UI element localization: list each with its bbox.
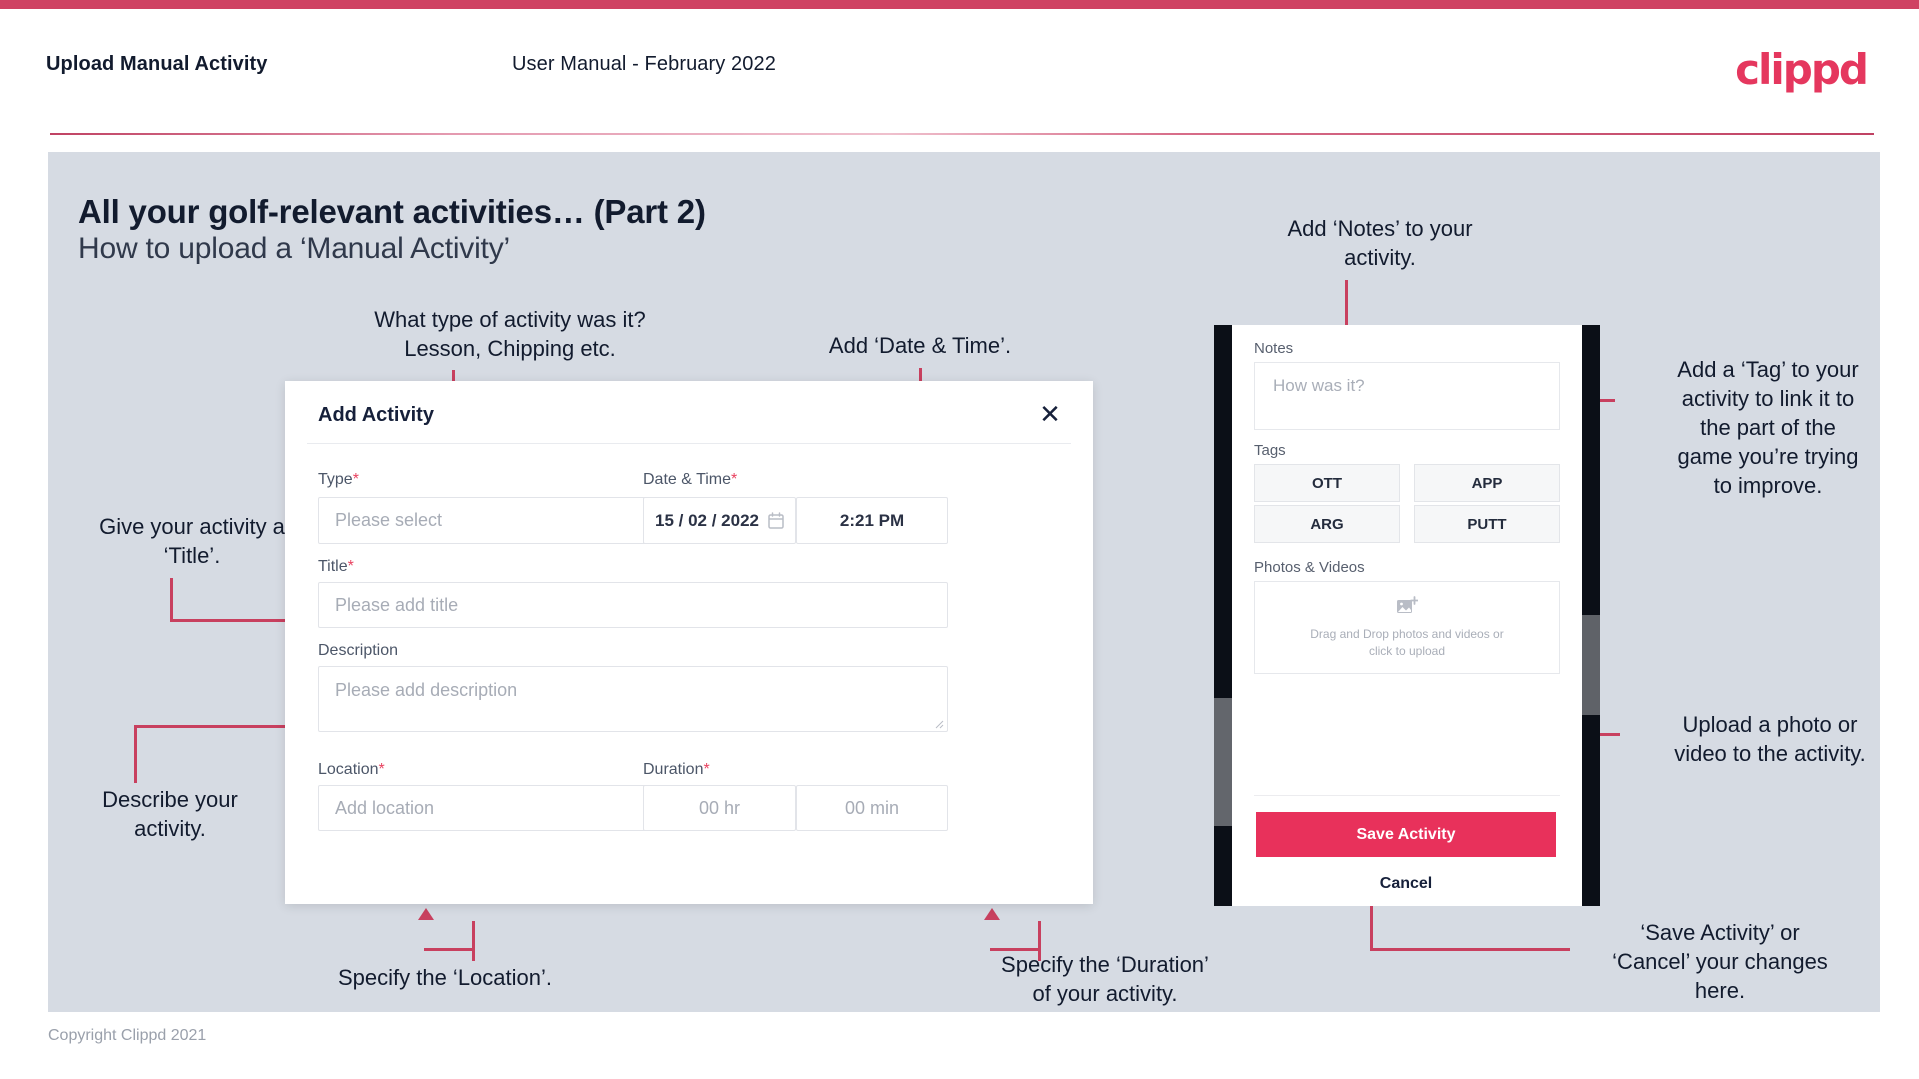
add-image-icon: [1396, 595, 1418, 616]
tag-button-putt[interactable]: PUTT: [1414, 505, 1560, 543]
photo-drop-zone[interactable]: Drag and Drop photos and videos or click…: [1254, 581, 1560, 674]
connector-location-vertical: [472, 921, 475, 961]
date-input[interactable]: 15 / 02 / 2022: [643, 497, 796, 544]
title-label: Title*: [318, 558, 354, 576]
slide-subtitle: How to upload a ‘Manual Activity’: [78, 232, 510, 265]
type-required-asterisk: *: [352, 471, 359, 488]
notes-label: Notes: [1254, 340, 1294, 357]
duration-hours-placeholder: 00 hr: [698, 797, 741, 818]
annotation-type: What type of activity was it? Lesson, Ch…: [374, 307, 646, 361]
annotation-location: Specify the ‘Location’.: [337, 965, 553, 990]
resize-handle-icon[interactable]: [934, 719, 944, 729]
tag-button-ott[interactable]: OTT: [1254, 464, 1400, 502]
close-icon[interactable]: ✕: [1033, 397, 1067, 431]
add-activity-dialog: Add Activity ✕ Type* Please select Date …: [285, 381, 1093, 904]
connector-savecancel-horizontal: [1370, 948, 1570, 951]
datetime-label-text: Date & Time: [643, 471, 732, 488]
title-label-text: Title: [318, 558, 348, 575]
arrow-duration: [984, 908, 1000, 920]
photos-label: Photos & Videos: [1254, 559, 1365, 576]
notes-placeholder: How was it?: [1273, 376, 1365, 395]
phone-volume-button-left: [1214, 698, 1232, 826]
duration-minutes-input[interactable]: 00 min: [796, 785, 948, 831]
title-input[interactable]: Please add title: [318, 582, 948, 628]
slide-title: All your golf-relevant activities… (Part…: [78, 193, 706, 230]
description-placeholder: Please add description: [335, 680, 518, 700]
connector-location-horizontal: [424, 948, 474, 951]
type-select-placeholder: Please select: [335, 510, 443, 530]
tag-button-arg[interactable]: ARG: [1254, 505, 1400, 543]
annotation-notes: Add ‘Notes’ to your activity.: [1287, 216, 1473, 270]
connector-duration-horizontal: [990, 948, 1040, 951]
dialog-header-divider: [307, 443, 1071, 444]
title-placeholder: Please add title: [335, 594, 459, 615]
header-divider: [50, 133, 1874, 135]
duration-label-text: Duration: [643, 761, 704, 778]
annotation-description: Describe your activity.: [102, 787, 238, 841]
time-input[interactable]: 2:21 PM: [796, 497, 948, 544]
location-required-asterisk: *: [378, 761, 385, 778]
time-value: 2:21 PM: [839, 510, 905, 530]
datetime-label: Date & Time*: [643, 471, 737, 489]
duration-hours-input[interactable]: 00 hr: [643, 785, 796, 831]
description-label: Description: [318, 642, 398, 660]
header-center-title: User Manual - February 2022: [512, 53, 776, 75]
phone-mockup: Notes How was it? Tags OTT APP ARG PUTT …: [1214, 325, 1600, 906]
phone-volume-button-right: [1582, 615, 1600, 715]
duration-required-asterisk: *: [703, 761, 710, 778]
dialog-title: Add Activity: [318, 404, 434, 426]
clippd-logo: clippd: [1735, 45, 1869, 94]
type-label: Type*: [318, 471, 359, 489]
cancel-button[interactable]: Cancel: [1256, 870, 1556, 898]
phone-screen: Notes How was it? Tags OTT APP ARG PUTT …: [1232, 325, 1582, 906]
save-activity-button[interactable]: Save Activity: [1256, 812, 1556, 857]
drop-zone-text: Drag and Drop photos and videos or click…: [1310, 626, 1504, 658]
connector-description-horizontal: [134, 725, 292, 728]
type-label-text: Type: [318, 471, 353, 488]
page-header: Upload Manual Activity User Manual - Feb…: [0, 9, 1919, 135]
arrow-location: [418, 908, 434, 920]
datetime-required-asterisk: *: [731, 471, 738, 488]
location-label: Location*: [318, 761, 385, 779]
annotation-upload: Upload a photo or video to the activity.: [1674, 712, 1866, 766]
location-placeholder: Add location: [335, 797, 435, 818]
connector-duration-vertical: [1038, 921, 1041, 961]
title-required-asterisk: *: [347, 558, 354, 575]
connector-title-horizontal: [170, 619, 292, 622]
connector-description-vertical: [134, 725, 137, 783]
date-value: 15 / 02 / 2022: [655, 510, 759, 530]
connector-title-vertical: [170, 578, 173, 622]
location-label-text: Location: [318, 761, 379, 778]
annotation-duration: Specify the ‘Duration’ of your activity.: [1001, 952, 1209, 1006]
duration-minutes-placeholder: 00 min: [844, 797, 900, 818]
description-input[interactable]: Please add description: [318, 666, 948, 732]
tag-button-app[interactable]: APP: [1414, 464, 1560, 502]
annotation-tag: Add a ‘Tag’ to your activity to link it …: [1677, 357, 1859, 498]
top-accent-bar: [0, 0, 1919, 9]
annotation-save-cancel: ‘Save Activity’ or ‘Cancel’ your changes…: [1612, 920, 1828, 1003]
calendar-icon[interactable]: [768, 512, 784, 529]
description-label-text: Description: [318, 642, 399, 659]
annotation-datetime: Add ‘Date & Time’.: [828, 333, 1012, 358]
header-left-title: Upload Manual Activity: [46, 53, 268, 75]
tags-label: Tags: [1254, 442, 1286, 459]
type-select[interactable]: Please select: [318, 497, 692, 544]
duration-label: Duration*: [643, 761, 710, 779]
phone-divider: [1254, 795, 1560, 796]
footer-copyright: Copyright Clippd 2021: [48, 1027, 207, 1044]
notes-input[interactable]: How was it?: [1254, 362, 1560, 430]
location-input[interactable]: Add location: [318, 785, 692, 831]
